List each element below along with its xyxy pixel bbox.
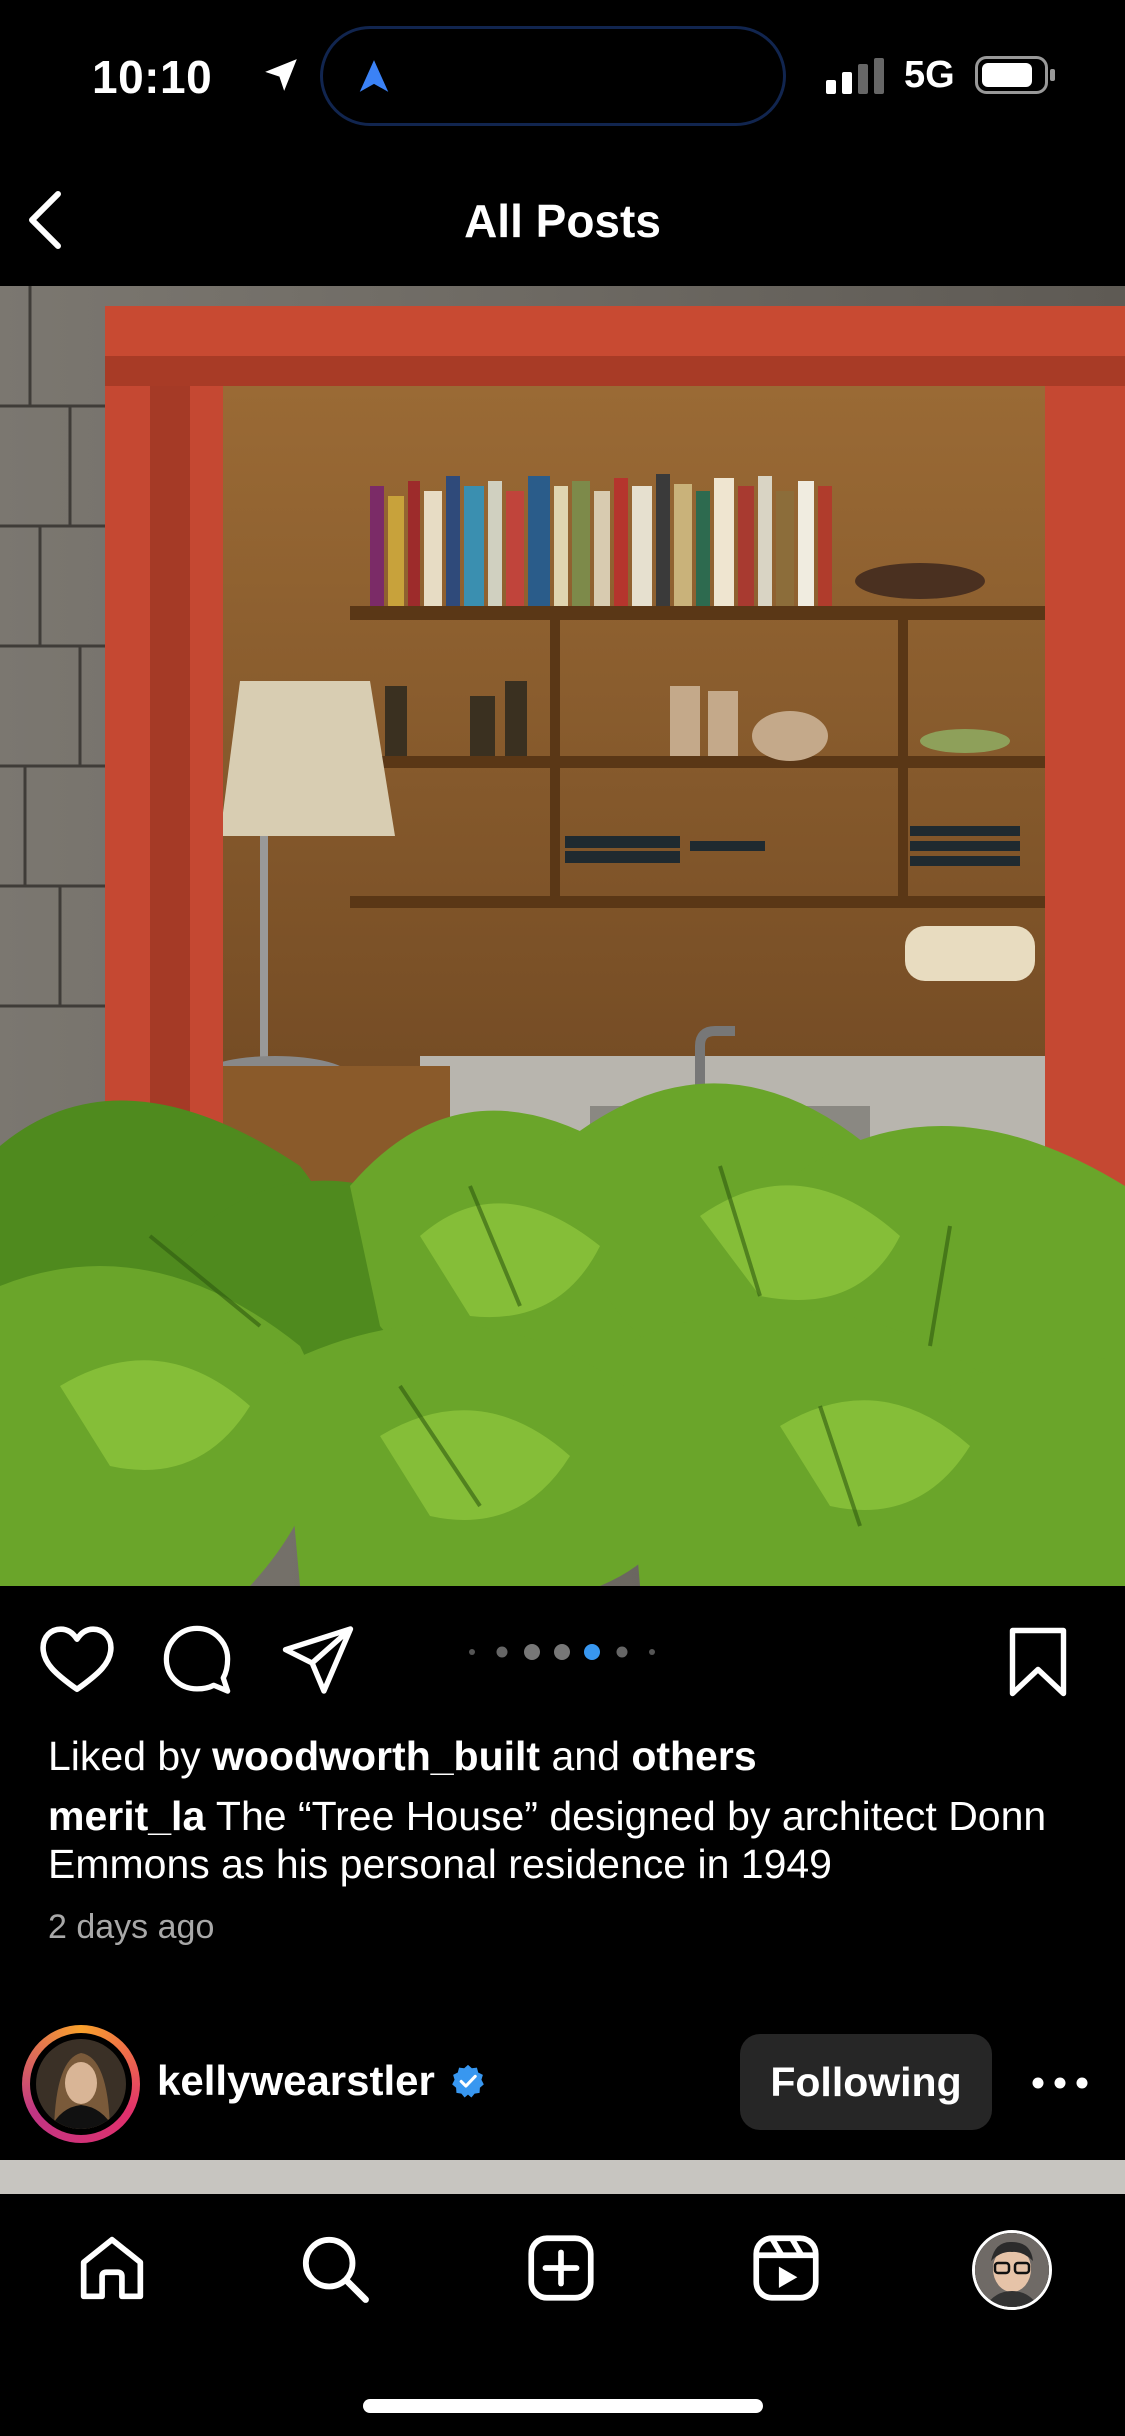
create-icon[interactable]: [527, 2234, 595, 2302]
network-type: 5G: [904, 54, 955, 96]
navigation-arrow-icon: [359, 60, 389, 92]
home-indicator: [363, 2399, 763, 2413]
following-button[interactable]: Following: [740, 2034, 992, 2130]
signal-icon: [826, 58, 884, 94]
page-title: All Posts: [464, 195, 661, 247]
liked-user-link[interactable]: woodworth_built: [212, 1733, 540, 1779]
bookmark-icon[interactable]: [1008, 1626, 1068, 1698]
home-icon[interactable]: [78, 2234, 146, 2302]
verified-badge-icon: [452, 2064, 484, 2098]
next-post-username[interactable]: kellywearstler: [157, 2057, 435, 2105]
liked-others-link[interactable]: others: [631, 1733, 756, 1779]
liked-middle: and: [551, 1733, 620, 1779]
reels-icon[interactable]: [752, 2234, 820, 2302]
search-icon[interactable]: [300, 2234, 370, 2304]
post-photo[interactable]: [0, 286, 1125, 1586]
status-time: 10:10: [92, 51, 213, 103]
likes-line: Liked by woodworth_built and others: [48, 1733, 757, 1780]
avatar[interactable]: [36, 2039, 126, 2129]
more-horizontal-icon[interactable]: [1030, 2073, 1090, 2093]
comment-icon[interactable]: [162, 1624, 232, 1694]
profile-tab-avatar[interactable]: [972, 2230, 1052, 2310]
share-icon[interactable]: [282, 1626, 354, 1694]
avatar-image: [36, 2039, 126, 2129]
location-arrow-icon: [265, 59, 297, 91]
post-caption: merit_la The “Tree House” designed by ar…: [48, 1792, 1078, 1888]
heart-icon[interactable]: [40, 1626, 114, 1694]
battery-icon: [975, 56, 1055, 94]
next-post-image-peek: [0, 2160, 1125, 2194]
carousel-dots: [469, 1644, 655, 1660]
liked-prefix: Liked by: [48, 1733, 201, 1779]
post-timestamp: 2 days ago: [48, 1908, 215, 1946]
caption-username[interactable]: merit_la: [48, 1793, 205, 1839]
profile-avatar-image: [975, 2233, 1049, 2307]
photo-illustration: [0, 286, 1125, 1586]
